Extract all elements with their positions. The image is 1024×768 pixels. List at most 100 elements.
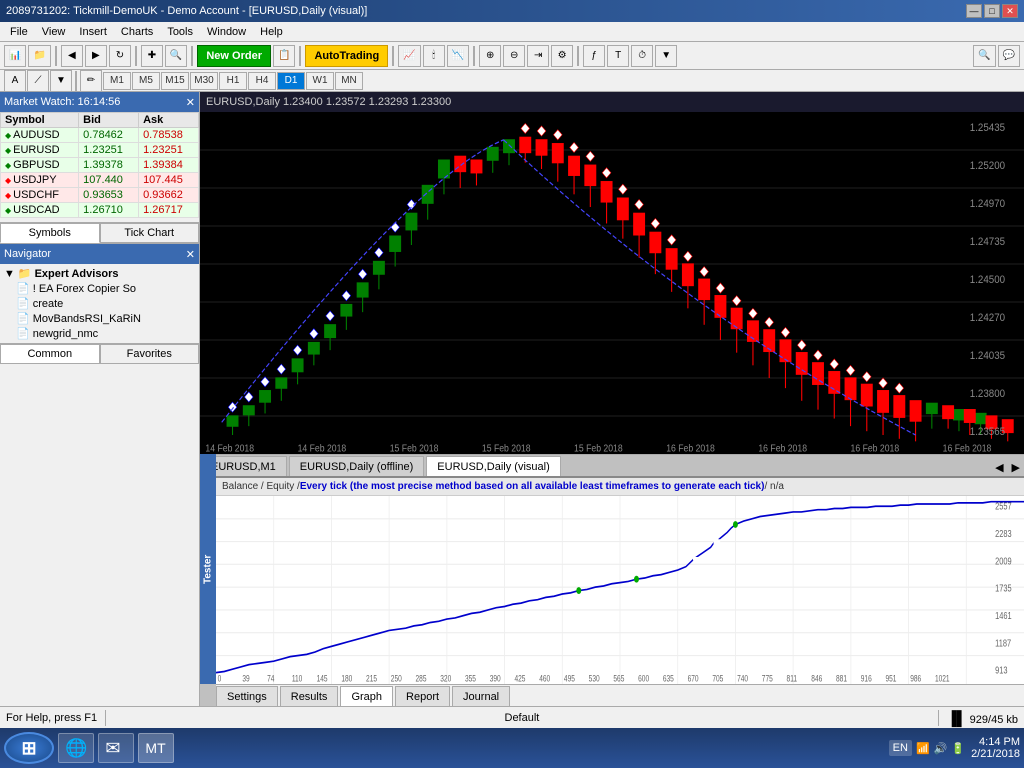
svg-text:916: 916 [861, 674, 872, 684]
tester-method-label: Every tick (the most precise method base… [300, 481, 765, 492]
nav-item-ea3[interactable]: 📄 MovBandsRSI_KaRiN [14, 311, 197, 326]
mw-tab-symbols[interactable]: Symbols [0, 223, 100, 243]
tb-indicators[interactable]: ƒ [583, 45, 605, 67]
tb-order-icon[interactable]: 📋 [273, 45, 295, 67]
market-watch-row[interactable]: USDCAD1.267101.26717 [1, 203, 199, 218]
nav-tab-favorites[interactable]: Favorites [100, 344, 200, 364]
chart-tab-daily-visual[interactable]: EURUSD,Daily (visual) [426, 456, 560, 476]
menu-window[interactable]: Window [201, 25, 252, 39]
content-row: Market Watch: 16:14:56 ✕ Symbol Bid Ask … [0, 92, 1024, 706]
navigator-close-icon[interactable]: ✕ [186, 248, 195, 261]
graph-svg: 2557 2283 2009 1735 1461 1187 913 0 39 7… [216, 496, 1024, 684]
tf-h1[interactable]: H1 [219, 72, 247, 90]
market-watch-row[interactable]: AUDUSD0.784620.78538 [1, 128, 199, 143]
menu-help[interactable]: Help [254, 25, 289, 39]
nav-ea2-icon: 📄 [16, 297, 30, 310]
tf-mn[interactable]: MN [335, 72, 363, 90]
nav-ea3-icon: 📄 [16, 312, 30, 325]
draw-pen[interactable]: ✏ [80, 70, 102, 92]
market-watch-table: Symbol Bid Ask AUDUSD0.784620.78538EURUS… [0, 112, 199, 218]
tester-tab-settings[interactable]: Settings [216, 686, 278, 706]
tb-refresh[interactable]: ↻ [109, 45, 131, 67]
nav-item-ea4[interactable]: 📄 newgrid_nmc [14, 326, 197, 341]
tb-chart-line[interactable]: 📉 [447, 45, 469, 67]
svg-text:39: 39 [242, 674, 250, 684]
chart-tabs-bar: EURUSD,M1 EURUSD,Daily (offline) EURUSD,… [200, 454, 1024, 476]
menu-insert[interactable]: Insert [73, 25, 113, 39]
market-watch-row[interactable]: EURUSD1.232511.23251 [1, 143, 199, 158]
tb-new-chart[interactable]: 📊 [4, 45, 26, 67]
auto-trading-button[interactable]: AutoTrading [305, 45, 388, 67]
market-watch-row[interactable]: GBPUSD1.393781.39384 [1, 158, 199, 173]
chart-svg: 1.25435 1.25200 1.24970 1.24735 1.24500 … [200, 112, 1024, 454]
tf-m5[interactable]: M5 [132, 72, 160, 90]
navigator-title: Navigator [4, 248, 51, 260]
tb-scroll-right[interactable]: ⇥ [527, 45, 549, 67]
tb-properties[interactable]: ⚙ [551, 45, 573, 67]
nav-item-expert-advisors[interactable]: ▼ 📁 Expert Advisors [2, 266, 197, 281]
tb-chart-bar[interactable]: 📈 [398, 45, 420, 67]
maximize-button[interactable]: □ [984, 4, 1000, 18]
menu-tools[interactable]: Tools [161, 25, 199, 39]
menu-charts[interactable]: Charts [115, 25, 159, 39]
nav-item-ea1[interactable]: 📄 ! EA Forex Copier So [14, 281, 197, 296]
menu-view[interactable]: View [36, 25, 72, 39]
taskbar-app-mt4[interactable]: MT [138, 733, 174, 763]
tb-search[interactable]: 🔍 [973, 45, 995, 67]
mw-tab-tick-chart[interactable]: Tick Chart [100, 223, 200, 243]
chart-tab-next-icon[interactable]: ▶ [1008, 459, 1024, 476]
taskbar-app-browser[interactable]: 🌐 [58, 733, 94, 763]
chart-canvas[interactable]: 1.25435 1.25200 1.24970 1.24735 1.24500 … [200, 112, 1024, 454]
start-button[interactable]: ⊞ [4, 732, 54, 764]
tb-period-sep[interactable]: ⏱ [631, 45, 653, 67]
tf-m30[interactable]: M30 [190, 72, 218, 90]
svg-text:460: 460 [539, 674, 550, 684]
tester-balance-label: Balance / Equity / [222, 481, 300, 492]
tb-sep2 [135, 46, 137, 66]
tb-zoom-in2[interactable]: ⊕ [479, 45, 501, 67]
market-watch-row[interactable]: USDCHF0.936530.93662 [1, 188, 199, 203]
chart-tab-daily-offline[interactable]: EURUSD,Daily (offline) [289, 456, 425, 476]
market-watch-row[interactable]: USDJPY107.440107.445 [1, 173, 199, 188]
tb-more[interactable]: ▼ [655, 45, 677, 67]
tester-tab-graph[interactable]: Graph [340, 686, 393, 706]
tester-tab-report[interactable]: Report [395, 686, 450, 706]
market-watch-close-icon[interactable]: ✕ [186, 96, 195, 109]
svg-text:1.23800: 1.23800 [970, 387, 1005, 400]
tb-back[interactable]: ◀ [61, 45, 83, 67]
draw-cursor[interactable]: A [4, 70, 26, 92]
chart-tab-prev-icon[interactable]: ◀ [991, 459, 1007, 476]
tf-m15[interactable]: M15 [161, 72, 189, 90]
locale-indicator[interactable]: EN [889, 740, 912, 756]
tb-news[interactable]: 💬 [998, 45, 1020, 67]
tb-tpl[interactable]: T [607, 45, 629, 67]
network-icon: 📶 [916, 742, 930, 755]
new-order-button[interactable]: New Order [197, 45, 271, 67]
tb-chart-candle[interactable]: 🕯 [423, 45, 445, 67]
tf-w1[interactable]: W1 [306, 72, 334, 90]
clock: 4:14 PM 2/21/2018 [971, 736, 1020, 760]
tb-zoom-in[interactable]: 🔍 [165, 45, 187, 67]
tb-zoom-out[interactable]: ⊖ [503, 45, 525, 67]
tf-m1[interactable]: M1 [103, 72, 131, 90]
svg-text:913: 913 [995, 665, 1007, 676]
graph-area[interactable]: 2557 2283 2009 1735 1461 1187 913 0 39 7… [216, 496, 1024, 684]
tester-tab-results[interactable]: Results [280, 686, 339, 706]
status-memory-text: 929/45 kb [970, 714, 1018, 726]
tester-tab-journal[interactable]: Journal [452, 686, 510, 706]
tb-open[interactable]: 📁 [28, 45, 50, 67]
tb-crosshair[interactable]: ✚ [141, 45, 163, 67]
nav-tab-common[interactable]: Common [0, 344, 100, 364]
tb-sep1 [55, 46, 57, 66]
nav-item-ea2[interactable]: 📄 create [14, 296, 197, 311]
draw-line[interactable]: ⟋ [27, 70, 49, 92]
tf-h4[interactable]: H4 [248, 72, 276, 90]
tb-sep6 [473, 46, 475, 66]
tb-forward[interactable]: ▶ [85, 45, 107, 67]
minimize-button[interactable]: — [966, 4, 982, 18]
taskbar-app-mail[interactable]: ✉ [98, 733, 134, 763]
draw-tools-more[interactable]: ▼ [50, 70, 72, 92]
close-button[interactable]: ✕ [1002, 4, 1018, 18]
menu-file[interactable]: File [4, 25, 34, 39]
tf-d1[interactable]: D1 [277, 72, 305, 90]
